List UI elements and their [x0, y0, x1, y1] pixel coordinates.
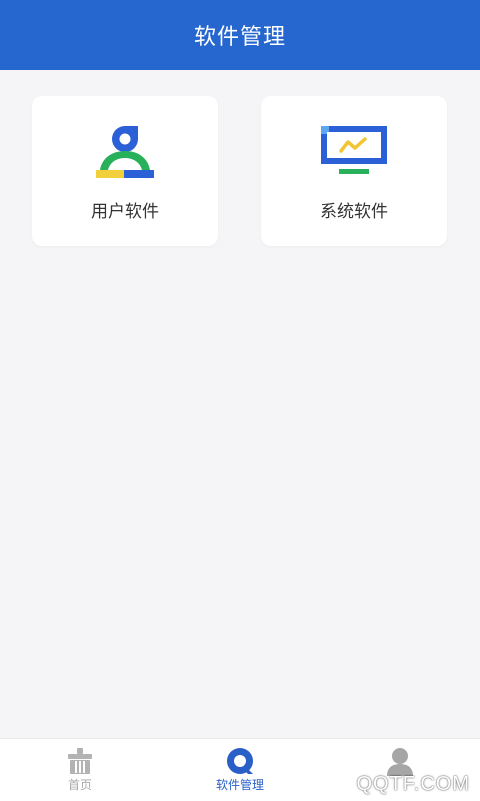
system-software-label: 系统软件	[320, 202, 388, 222]
user-software-card[interactable]: 用户软件	[32, 96, 218, 246]
tab-home-label: 首页	[67, 778, 92, 792]
user-software-icon	[96, 126, 154, 178]
user-software-label: 用户软件	[91, 202, 159, 222]
home-icon	[68, 748, 92, 774]
header-bar: 软件管理	[0, 0, 480, 70]
tab-software-label: 软件管理	[215, 778, 264, 792]
watermark: QQTF.COM	[356, 773, 470, 795]
tab-software-management[interactable]: 软件管理	[160, 739, 320, 801]
system-software-card[interactable]: 系统软件	[261, 96, 447, 246]
search-icon	[227, 748, 253, 774]
page-title: 软件管理	[193, 25, 286, 50]
tab-home[interactable]: 首页	[0, 739, 160, 801]
system-software-icon	[321, 126, 387, 174]
